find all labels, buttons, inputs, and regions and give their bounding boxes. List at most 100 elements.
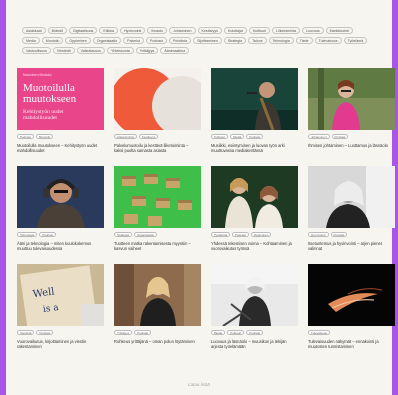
tag-filter[interactable]: Etiikka	[99, 27, 118, 34]
article-tag[interactable]: Yrittäjyys	[114, 330, 133, 335]
article-tag[interactable]: Podcast	[246, 330, 264, 335]
article-tag[interactable]: Tulevaisuus	[308, 330, 330, 335]
article-thumbnail[interactable]	[211, 166, 298, 228]
tag-filter[interactable]: Sijoittaminen	[193, 37, 222, 44]
tag-filter[interactable]: Vaikuttavuus	[76, 47, 105, 54]
tag-filter[interactable]: Asiakkaat	[22, 27, 46, 34]
article-tag[interactable]: Hyvinvointi	[308, 232, 329, 237]
tag-filter[interactable]: Organisaatio	[92, 37, 122, 44]
article-tag[interactable]: Kulttuuri	[211, 134, 229, 139]
tag-filter[interactable]: Pohdinta	[168, 37, 192, 44]
article-thumbnail[interactable]	[114, 264, 201, 326]
article-thumbnail[interactable]	[17, 166, 104, 228]
article-title[interactable]: Vuorovaikutus, kirjoittaminen ja viestin…	[17, 339, 101, 350]
tag-filter[interactable]: Viestintä	[52, 47, 75, 54]
tag-filter[interactable]: Vastuullisuus	[22, 47, 51, 54]
article-tag[interactable]: Johtaminen	[308, 134, 330, 139]
article-card[interactable]: Työelämä Podcast Oppiminen Yhdessä tekemise…	[211, 166, 298, 264]
article-thumbnail[interactable]	[114, 68, 201, 130]
article-tag[interactable]: Podcast	[232, 232, 249, 237]
article-thumbnail[interactable]: Muutoksen Muotoilu Muotoilulla muutoksee…	[17, 68, 104, 130]
article-card[interactable]: Kulttuuri Media Podcast Musiikki, esiintymi…	[211, 68, 298, 166]
article-tag[interactable]: Kestävyys	[138, 134, 159, 139]
tag-filter[interactable]: Kestävyys	[197, 27, 222, 34]
article-card[interactable]: Johtaminen Podcast Ihmisen johtaminen – Lu…	[308, 68, 395, 166]
article-thumbnail[interactable]	[114, 166, 201, 228]
article-title[interactable]: Musiikki, esiintyminen ja luovan työn ar…	[211, 143, 295, 154]
article-card[interactable]: Strategia Organisaatio Tuotteen matka rake…	[114, 166, 201, 264]
article-title[interactable]: Tulevaisuuden näkymät – ennakointi ja mu…	[308, 339, 392, 350]
article-tag[interactable]: Podcast	[246, 134, 264, 139]
article-tags: Media Kulttuuri Podcast	[211, 330, 298, 335]
tag-filter[interactable]: Ilmasto	[147, 27, 167, 34]
tag-filter[interactable]: Podcast	[145, 37, 167, 44]
tag-filter[interactable]: Luovuus	[302, 27, 324, 34]
tag-filter[interactable]: Markkinointi	[325, 27, 353, 34]
article-title[interactable]: Tuotteen matka rakentamisesta myyntiin –…	[114, 241, 198, 252]
tag-filter[interactable]: Talous	[248, 37, 267, 44]
article-tag[interactable]: Organisaatio	[134, 232, 158, 237]
article-tag[interactable]: Podcast	[39, 232, 57, 237]
article-tags: Tulevaisuus	[308, 330, 395, 335]
article-card[interactable]: Media Kulttuuri Podcast Luovuus ja läsnäolo…	[211, 264, 298, 362]
article-tag[interactable]: Liiketoiminta	[114, 134, 137, 139]
article-tag[interactable]: Media	[211, 330, 226, 335]
article-tag[interactable]: Podcast	[134, 330, 152, 335]
article-title[interactable]: Rohkeus yrittäjänä – oman polun löytämin…	[114, 339, 198, 344]
article-tag[interactable]: Media	[230, 134, 245, 139]
article-tag[interactable]: Strategia	[114, 232, 133, 237]
article-card[interactable]: Yrittäjyys Podcast Rohkeus yrittäjänä – om…	[114, 264, 201, 362]
article-tag[interactable]: Podcast	[330, 232, 348, 237]
page: Asiakkaat Brändit Digitaalisuus Etiikka Hyvi…	[6, 0, 395, 395]
tag-filter[interactable]: Yrittäjyys	[135, 47, 159, 54]
article-thumbnail[interactable]	[211, 264, 298, 326]
article-title[interactable]: Itsetuntemus ja hyvinvointi – arjen pien…	[308, 241, 392, 252]
article-tag[interactable]: Oppiminen	[250, 232, 272, 237]
tag-filter[interactable]: Oppiminen	[65, 37, 91, 44]
article-card[interactable]: Hyvinvointi Podcast Itsetuntemus ja hyvinv…	[308, 166, 395, 264]
article-tags: Työelämä Podcast Oppiminen	[211, 232, 298, 237]
article-title[interactable]: Palvelumuotoilu ja kestävä liiketoiminta…	[114, 143, 198, 154]
article-title[interactable]: Yhdessä tekemisen voima – Kohtaaminen ja…	[211, 241, 295, 252]
article-tag[interactable]: Viestintä	[17, 330, 35, 335]
tag-filter[interactable]: Media	[22, 37, 40, 44]
tag-filter[interactable]: Kuluttajat	[223, 27, 247, 34]
article-tag[interactable]: Teknologia	[17, 232, 38, 237]
article-title[interactable]: Ääni ja teknologia – miten kuulokokemus …	[17, 241, 101, 252]
article-card[interactable]: Liiketoiminta Kestävyys Palvelumuotoilu ja…	[114, 68, 201, 166]
tag-filter[interactable]: Muotoilu	[41, 37, 64, 44]
tag-filter[interactable]: Teknologia	[268, 37, 294, 44]
article-tag[interactable]: Muotoilu	[35, 134, 54, 139]
tag-filter[interactable]: Liiketoiminta	[272, 27, 301, 34]
article-tag[interactable]: Podcast	[36, 330, 54, 335]
article-tag[interactable]: Podcast	[331, 134, 349, 139]
article-thumbnail[interactable]	[308, 166, 395, 228]
article-card[interactable]: Well is a Viestintä Podcast Vuorovaikutus, k…	[17, 264, 104, 362]
article-tag[interactable]: Kulttuuri	[227, 330, 245, 335]
tag-filter[interactable]: Kulttuuri	[248, 27, 271, 34]
article-tag[interactable]: Podcast	[17, 134, 34, 139]
article-thumbnail[interactable]	[308, 264, 395, 326]
tag-filter[interactable]: Työelämä	[343, 37, 368, 44]
tag-filter[interactable]: Hyvinvointi	[119, 27, 146, 34]
article-tag[interactable]: Työelämä	[211, 232, 231, 237]
tag-filter[interactable]: Yhteiskunta	[106, 47, 134, 54]
tag-filter[interactable]: Brändit	[47, 27, 67, 34]
tag-filter[interactable]: Tulevaisuus	[314, 37, 342, 44]
article-thumbnail[interactable]	[211, 68, 298, 130]
tag-filter[interactable]: Digitaalisuus	[68, 27, 98, 34]
article-title[interactable]: Ihmisen johtaminen – Luottamus ja läsnäo…	[308, 143, 392, 148]
article-card[interactable]: Teknologia Podcast Ääni ja teknologia – mi…	[17, 166, 104, 264]
tag-filter[interactable]: Palvelut	[123, 37, 144, 44]
article-card[interactable]: Muutoksen Muotoilu Muotoilulla muutoksee…	[17, 68, 104, 166]
article-title[interactable]: Luovuus ja läsnäolo – muusikon ja tekijä…	[211, 339, 295, 350]
tag-filter[interactable]: Tiede	[295, 37, 313, 44]
article-card[interactable]: Tulevaisuus Tulevaisuuden näkymät – ennak…	[308, 264, 395, 362]
tag-filter[interactable]: Strategia	[223, 37, 247, 44]
article-thumbnail[interactable]	[308, 68, 395, 130]
load-more-link[interactable]: Lataa lisää	[6, 382, 392, 387]
tag-filter[interactable]: Johtaminen	[168, 27, 196, 34]
tag-filter[interactable]: Äänimaailma	[160, 47, 190, 54]
article-title[interactable]: Muotoilulla muutokseen – Kehitystyön uud…	[17, 143, 101, 154]
article-thumbnail[interactable]: Well is a	[17, 264, 104, 326]
